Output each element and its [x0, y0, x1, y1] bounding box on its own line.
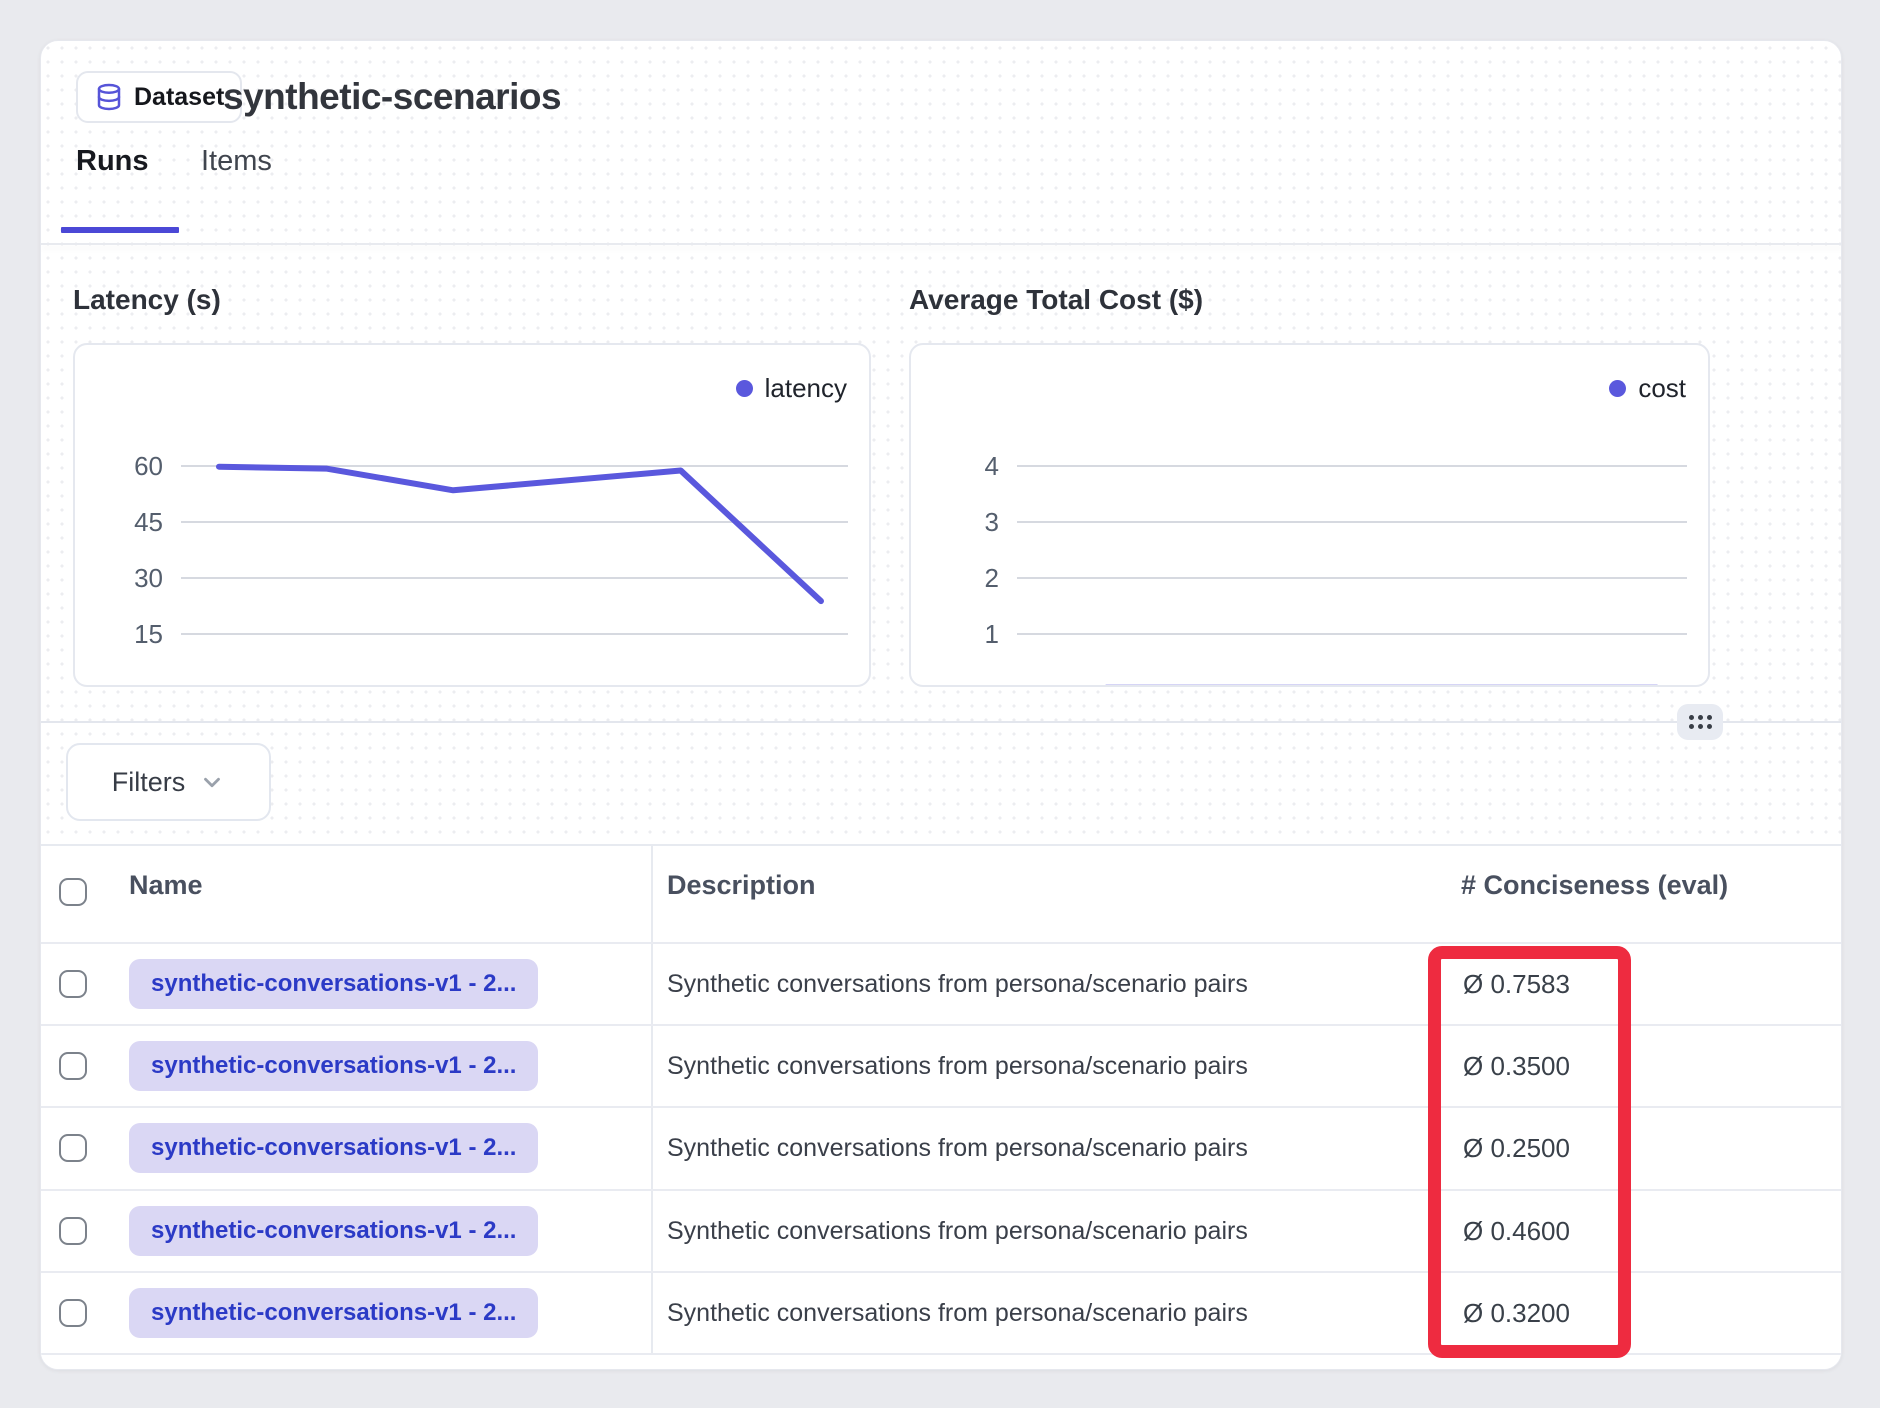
table-body: synthetic-conversations-v1 - 2... Synthe…	[41, 942, 1842, 1355]
column-header-conciseness[interactable]: # Conciseness (eval)	[1461, 870, 1728, 901]
run-name-link[interactable]: synthetic-conversations-v1 - 2...	[129, 1206, 538, 1256]
run-conciseness-value: Ø 0.3500	[1463, 1026, 1570, 1106]
badge-label: Dataset	[134, 83, 224, 112]
run-description: Synthetic conversations from persona/sce…	[667, 1108, 1248, 1188]
run-conciseness-value: Ø 0.2500	[1463, 1108, 1570, 1188]
svg-text:60: 60	[134, 451, 163, 481]
dataset-page-card: Dataset synthetic-scenarios Runs Items L…	[40, 40, 1842, 1370]
run-name-link[interactable]: synthetic-conversations-v1 - 2...	[129, 1041, 538, 1091]
tab-items[interactable]: Items	[201, 145, 272, 178]
cost-legend-dot-icon	[1609, 380, 1626, 397]
section-divider	[41, 721, 1842, 723]
svg-text:3: 3	[985, 507, 999, 537]
latency-legend: latency	[736, 373, 847, 404]
latency-chart-title: Latency (s)	[73, 284, 221, 316]
svg-text:30: 30	[134, 563, 163, 593]
select-all-checkbox[interactable]	[59, 878, 87, 906]
svg-text:45: 45	[134, 507, 163, 537]
svg-text:1: 1	[985, 619, 999, 649]
row-checkbox[interactable]	[59, 1299, 87, 1327]
run-conciseness-value: Ø 0.4600	[1463, 1191, 1570, 1271]
tab-runs[interactable]: Runs	[76, 145, 149, 178]
runs-table: Name Description # Conciseness (eval) sy…	[41, 844, 1842, 1370]
run-name-link[interactable]: synthetic-conversations-v1 - 2...	[129, 1288, 538, 1338]
chevron-down-icon	[199, 769, 225, 795]
page-title: synthetic-scenarios	[223, 71, 561, 123]
database-icon	[94, 82, 124, 112]
resize-grip-handle[interactable]	[1677, 704, 1723, 740]
table-row[interactable]: synthetic-conversations-v1 - 2... Synthe…	[41, 1273, 1842, 1355]
cost-legend: cost	[1609, 373, 1686, 404]
latency-chart-card: latency 60 45 30 15	[73, 343, 871, 687]
cost-line-chart[interactable]: 4 3 2 1	[911, 345, 1710, 687]
dataset-type-badge: Dataset	[76, 71, 242, 123]
run-description: Synthetic conversations from persona/sce…	[667, 1026, 1248, 1106]
cost-chart-card: cost 4 3 2 1	[909, 343, 1710, 687]
table-row[interactable]: synthetic-conversations-v1 - 2... Synthe…	[41, 1108, 1842, 1190]
column-header-description[interactable]: Description	[667, 870, 816, 901]
latency-legend-dot-icon	[736, 380, 753, 397]
table-row[interactable]: synthetic-conversations-v1 - 2... Synthe…	[41, 1191, 1842, 1273]
row-checkbox[interactable]	[59, 1134, 87, 1162]
grip-dots-icon	[1689, 715, 1712, 729]
row-checkbox[interactable]	[59, 1217, 87, 1245]
row-checkbox[interactable]	[59, 970, 87, 998]
run-description: Synthetic conversations from persona/sce…	[667, 944, 1248, 1024]
active-tab-indicator	[61, 227, 179, 233]
filters-label: Filters	[112, 767, 186, 798]
cost-legend-label: cost	[1638, 373, 1686, 404]
table-row[interactable]: synthetic-conversations-v1 - 2... Synthe…	[41, 944, 1842, 1026]
svg-text:2: 2	[985, 563, 999, 593]
svg-text:15: 15	[134, 619, 163, 649]
cost-chart-title: Average Total Cost ($)	[909, 284, 1203, 316]
table-row[interactable]: synthetic-conversations-v1 - 2... Synthe…	[41, 1026, 1842, 1108]
filters-button[interactable]: Filters	[66, 743, 271, 821]
tabs-divider	[41, 243, 1842, 245]
run-description: Synthetic conversations from persona/sce…	[667, 1191, 1248, 1271]
latency-legend-label: latency	[765, 373, 847, 404]
table-top-divider	[41, 844, 1842, 846]
run-description: Synthetic conversations from persona/sce…	[667, 1273, 1248, 1353]
run-name-link[interactable]: synthetic-conversations-v1 - 2...	[129, 1123, 538, 1173]
row-checkbox[interactable]	[59, 1052, 87, 1080]
column-header-name[interactable]: Name	[129, 870, 203, 901]
run-name-link[interactable]: synthetic-conversations-v1 - 2...	[129, 959, 538, 1009]
run-conciseness-value: Ø 0.3200	[1463, 1273, 1570, 1353]
run-conciseness-value: Ø 0.7583	[1463, 944, 1570, 1024]
svg-text:4: 4	[985, 451, 999, 481]
